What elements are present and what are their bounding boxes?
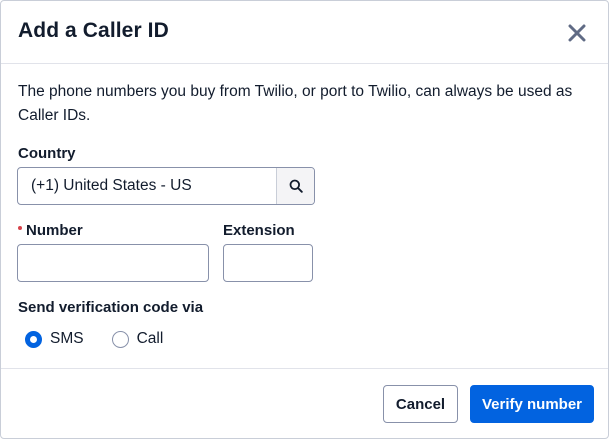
country-value[interactable]: (+1) United States - US <box>18 168 276 204</box>
country-search-button[interactable] <box>276 168 314 204</box>
search-icon <box>289 179 303 193</box>
number-label-text: Number <box>26 222 83 239</box>
dialog-header: Add a Caller ID <box>1 1 608 64</box>
add-caller-id-dialog: Add a Caller ID The phone numbers you bu… <box>0 0 609 439</box>
country-label: Country <box>18 145 76 162</box>
sms-label: SMS <box>50 330 84 347</box>
close-button[interactable] <box>564 20 590 46</box>
cancel-button[interactable]: Cancel <box>383 385 458 423</box>
call-radio[interactable] <box>111 330 129 348</box>
verification-method-group: SMS Call <box>25 330 191 348</box>
dialog-title: Add a Caller ID <box>18 19 169 42</box>
verification-label: Send verification code via <box>18 299 204 316</box>
country-select[interactable]: (+1) United States - US <box>17 167 315 205</box>
dialog-footer: Cancel Verify number <box>1 368 608 440</box>
verify-number-button[interactable]: Verify number <box>470 385 594 423</box>
close-icon <box>568 24 586 42</box>
number-label: Number <box>18 222 83 239</box>
sms-radio[interactable] <box>25 330 42 348</box>
extension-label: Extension <box>223 222 295 239</box>
call-label: Call <box>136 330 164 347</box>
required-indicator <box>18 226 22 231</box>
dialog-description: The phone numbers you buy from Twilio, o… <box>18 83 573 124</box>
sms-option[interactable]: SMS <box>25 330 84 348</box>
number-input[interactable] <box>17 244 209 282</box>
call-option[interactable]: Call <box>111 330 164 348</box>
extension-input[interactable] <box>223 244 313 282</box>
